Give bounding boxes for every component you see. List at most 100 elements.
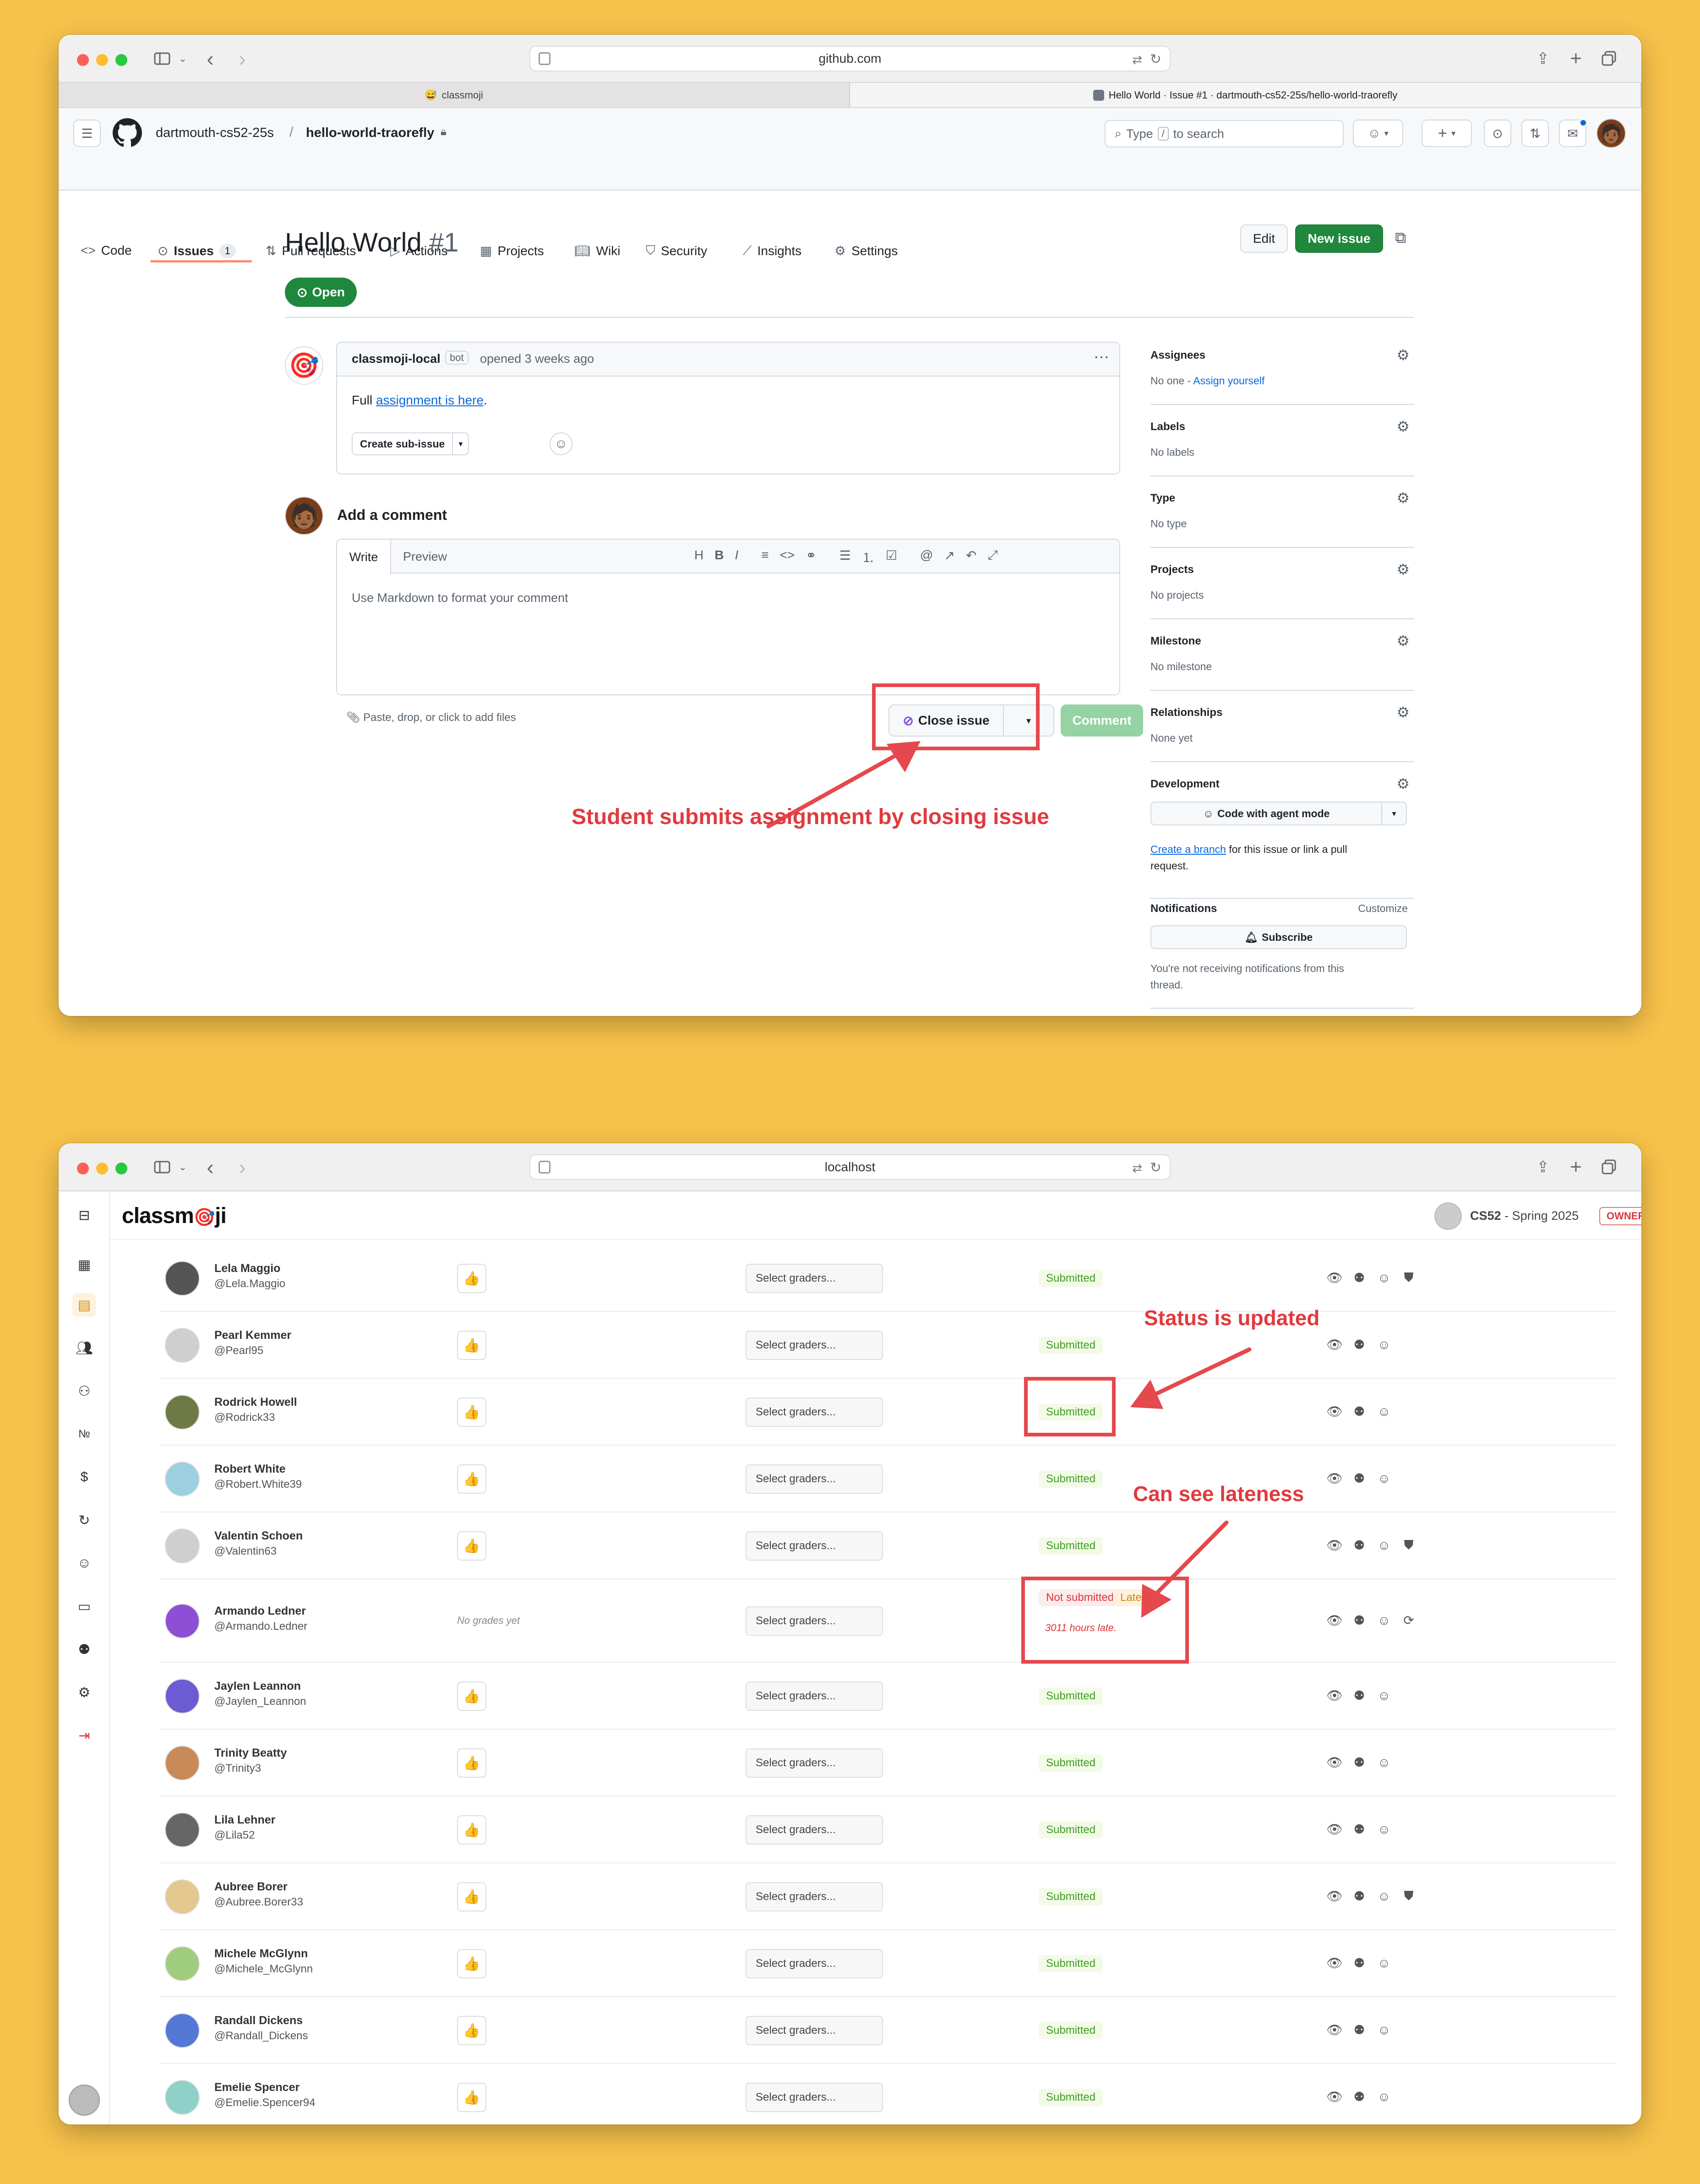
grade-emoji-button[interactable]: 👍 [457, 1531, 486, 1561]
refresh-icon[interactable]: ⟳ [1401, 1613, 1416, 1628]
tab-code[interactable]: <> Code [81, 243, 132, 258]
translate-icon[interactable]: ⇄ [1132, 1161, 1142, 1175]
edit-button[interactable]: Edit [1240, 224, 1288, 253]
address-bar[interactable]: localhost ⇄ ↻ [529, 1154, 1171, 1180]
student-name[interactable]: Pearl Kemmer [214, 1329, 291, 1342]
code-with-agent-button[interactable]: ☺ Code with agent mode ▾ [1150, 802, 1407, 825]
bot-avatar[interactable]: 🎯 [285, 346, 323, 385]
comment-button[interactable]: Comment [1061, 704, 1143, 737]
student-name[interactable]: Randall Dickens [214, 2014, 303, 2027]
tab-classmoji[interactable]: 😅 classmoji [59, 83, 850, 107]
close-window-button[interactable] [77, 1163, 89, 1174]
tab-security[interactable]: ⛉ Security [646, 243, 707, 258]
mention-icon[interactable]: @ [920, 548, 933, 566]
tab-github-issue[interactable]: Hello World · Issue #1 · dartmouth-cs52-… [850, 83, 1641, 107]
eye-icon[interactable]: 👁︎ [1326, 2022, 1343, 2037]
github-icon[interactable]: ⚉ [1352, 1337, 1367, 1352]
eye-icon[interactable]: 👁︎ [1326, 1755, 1343, 1770]
bold-icon[interactable]: B [714, 548, 724, 566]
github-icon[interactable]: ⚉ [1352, 1404, 1367, 1419]
eye-icon[interactable]: 👁︎ [1326, 1337, 1343, 1352]
github-icon[interactable]: ⚉ [1352, 2022, 1367, 2037]
emoji-icon[interactable]: ☺ [1377, 1956, 1391, 1971]
grade-emoji-button[interactable]: 👍 [457, 1331, 486, 1360]
student-name[interactable]: Aubree Borer [214, 1880, 288, 1894]
student-name[interactable]: Jaylen Leannon [214, 1680, 301, 1693]
assignments-icon[interactable]: ▤ [72, 1293, 96, 1317]
emoji-icon[interactable]: ☺ [1377, 1613, 1391, 1628]
tab-wiki[interactable]: 📖︎ Wiki [574, 243, 620, 258]
grader-select[interactable]: Select graders... [746, 2083, 883, 2112]
grade-emoji-button[interactable]: 👍 [457, 1264, 486, 1293]
grade-emoji-button[interactable]: 👍 [457, 1949, 486, 1978]
create-new-button[interactable]: + ▾ [1422, 120, 1472, 147]
reference-icon[interactable]: ↗ [944, 548, 954, 566]
emoji-icon[interactable]: ☺ [1377, 1688, 1391, 1703]
dashboard-icon[interactable]: ▦ [72, 1253, 96, 1277]
grader-select[interactable]: Select graders... [746, 1606, 883, 1636]
comment-textarea[interactable]: Use Markdown to format your comment [352, 591, 568, 605]
emoji-icon[interactable]: ☺ [1377, 1822, 1391, 1837]
github-icon[interactable]: ⚉ [1352, 2089, 1367, 2104]
heading-icon[interactable]: H [694, 548, 703, 566]
emoji-icon[interactable]: ☺ [1377, 2023, 1391, 2037]
student-name[interactable]: Robert White [214, 1463, 286, 1476]
student-name[interactable]: Michele McGlynn [214, 1947, 308, 1960]
github-icon[interactable]: ⚉ [1352, 1270, 1367, 1285]
numbers-icon[interactable]: № [72, 1422, 96, 1446]
eye-icon[interactable]: 👁︎ [1326, 1613, 1343, 1628]
student-name[interactable]: Emelie Spencer [214, 2081, 300, 2094]
eye-icon[interactable]: 👁︎ [1326, 1822, 1343, 1837]
gear-icon[interactable]: ⚙ [1396, 561, 1410, 578]
close-window-button[interactable] [77, 54, 89, 66]
grade-emoji-button[interactable]: 👍 [457, 1748, 486, 1778]
grader-select[interactable]: Select graders... [746, 1949, 883, 1978]
github-icon[interactable]: ⚉ [1352, 1955, 1367, 1971]
minimize-window-button[interactable] [96, 54, 108, 66]
gear-icon[interactable]: ⚙ [1396, 418, 1410, 435]
new-tab-icon[interactable]: + [1564, 47, 1587, 70]
student-name[interactable]: Armando Ledner [214, 1605, 306, 1618]
github-icon[interactable]: ⚉ [1352, 1613, 1367, 1628]
eye-icon[interactable]: 👁︎ [1326, 1538, 1343, 1553]
tab-write[interactable]: Write [337, 540, 391, 574]
attach-files-hint[interactable]: 📎︎ Paste, drop, or click to add files [346, 711, 516, 724]
tab-preview[interactable]: Preview [403, 550, 447, 564]
forward-icon[interactable]: › [231, 1155, 254, 1179]
forward-icon[interactable]: › [231, 47, 254, 71]
eye-icon[interactable]: 👁︎ [1326, 1404, 1343, 1419]
quote-icon[interactable]: ≡ [761, 548, 768, 566]
eye-icon[interactable]: 👁︎ [1326, 1270, 1343, 1285]
grade-emoji-button[interactable]: 👍 [457, 2083, 486, 2112]
sidebar-toggle-icon[interactable] [148, 49, 176, 69]
numbered-list-icon[interactable]: ⒈ [862, 548, 875, 566]
chevron-down-icon[interactable]: ▾ [1382, 809, 1406, 819]
student-name[interactable]: Valentin Schoen [214, 1529, 303, 1543]
add-reaction-icon[interactable]: ☺ [550, 432, 572, 455]
emoji-icon[interactable]: ☺ [1377, 1338, 1391, 1352]
gear-icon[interactable]: ⚙ [1396, 775, 1410, 792]
copy-link-icon[interactable]: ⧉ [1395, 229, 1406, 247]
github-icon[interactable]: ⚉ [1352, 1755, 1367, 1770]
emoji-icon[interactable]: ☺ [1377, 1755, 1391, 1770]
link-icon[interactable]: ⚭ [806, 548, 816, 566]
gear-icon[interactable]: ⚙ [1396, 489, 1410, 507]
new-tab-icon[interactable]: + [1564, 1156, 1587, 1178]
grader-select[interactable]: Select graders... [746, 2016, 883, 2045]
tab-overview-icon[interactable] [1597, 49, 1620, 69]
grader-select[interactable]: Select graders... [746, 1882, 883, 1911]
grader-select[interactable]: Select graders... [746, 1398, 883, 1427]
task-list-icon[interactable]: ☑ [886, 548, 897, 566]
grade-emoji-button[interactable]: 👍 [457, 1815, 486, 1845]
grade-emoji-button[interactable]: 👍 [457, 1398, 486, 1427]
github-icon[interactable]: ⚉ [1352, 1889, 1367, 1904]
customize-link[interactable]: Customize [1358, 902, 1408, 915]
pull-requests-icon[interactable]: ⇅ [1521, 120, 1549, 147]
grade-emoji-button[interactable]: 👍 [457, 1464, 486, 1494]
chevron-down-icon[interactable]: ⌄ [176, 49, 190, 69]
assignment-link[interactable]: assignment is here [376, 393, 484, 407]
shield-icon[interactable]: ⛊ [1401, 1889, 1416, 1904]
teams-icon[interactable]: ⚇ [72, 1379, 96, 1403]
shield-icon[interactable]: ⛊ [1401, 1538, 1416, 1553]
create-sub-issue-button[interactable]: Create sub-issue ▾ [352, 432, 469, 455]
